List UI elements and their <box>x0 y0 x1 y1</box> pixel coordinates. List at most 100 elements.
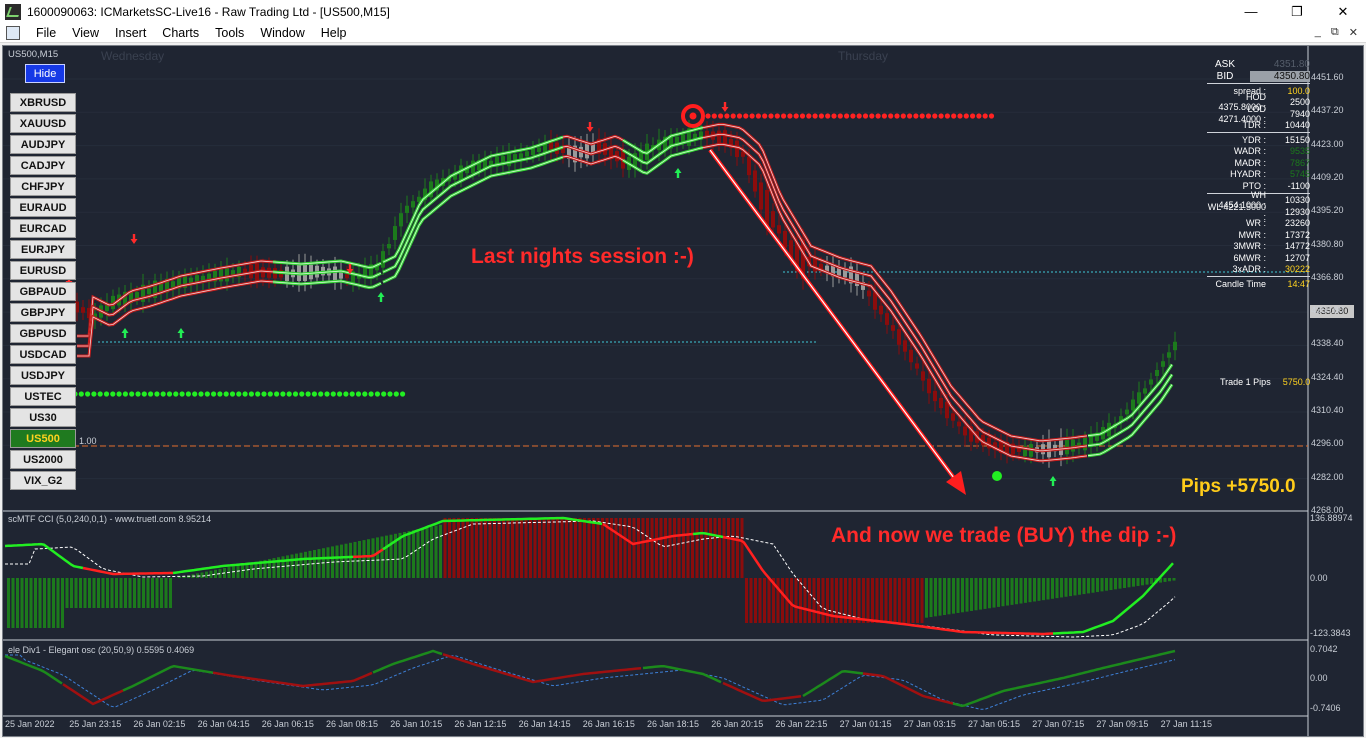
candle <box>963 426 967 436</box>
cci-histogram-bar <box>1109 578 1113 591</box>
cci-histogram-bar <box>493 518 496 578</box>
cci-histogram-bar <box>290 554 294 578</box>
green-level-dot <box>85 391 91 397</box>
buy-arrow-icon <box>377 292 385 302</box>
cci-histogram-bar <box>821 578 825 623</box>
menu-file[interactable]: File <box>28 26 64 40</box>
mdi-restore-button[interactable]: ⧉ <box>1331 26 1339 39</box>
cci-histogram-bar <box>1172 578 1176 581</box>
symbol-button-chfjpy[interactable]: CHFJPY <box>10 177 76 196</box>
symbol-button-vix_g2[interactable]: VIX_G2 <box>10 471 76 490</box>
cci-histogram-bar <box>763 578 766 623</box>
info-row-value: 14:47 <box>1287 278 1310 289</box>
time-axis-label: 25 Jan 2022 <box>5 719 55 729</box>
osc-line-segment <box>442 653 642 684</box>
green-level-dot <box>91 391 97 397</box>
chart-window-icon[interactable] <box>6 25 20 40</box>
symbol-button-xauusd[interactable]: XAUUSD <box>10 114 76 133</box>
cci-histogram-bar <box>808 578 811 623</box>
menu-view[interactable]: View <box>64 26 107 40</box>
symbol-button-gbpaud[interactable]: GBPAUD <box>10 282 76 301</box>
time-axis-label: 27 Jan 11:15 <box>1160 719 1212 729</box>
cci-histogram-bar <box>943 578 946 615</box>
cci-indicator-label: scMTF CCI (5,0,240,0,1) - www.truetl.com… <box>8 514 212 524</box>
cci-histogram-bar <box>155 578 159 608</box>
candle <box>525 151 529 157</box>
pips-total: Pips +5750.0 <box>1181 476 1296 497</box>
cci-histogram-bar <box>407 531 411 578</box>
candle <box>1173 341 1177 351</box>
symbol-button-usdcad[interactable]: USDCAD <box>10 345 76 364</box>
symbol-button-us30[interactable]: US30 <box>10 408 76 427</box>
symbol-button-gbpusd[interactable]: GBPUSD <box>10 324 76 343</box>
info-row-label: PTO : <box>1242 180 1266 191</box>
symbol-button-ustec[interactable]: USTEC <box>10 387 76 406</box>
symbol-button-euraud[interactable]: EURAUD <box>10 198 76 217</box>
cci-histogram-bar <box>1150 578 1153 584</box>
menu-insert[interactable]: Insert <box>107 26 154 40</box>
symbol-button-eurcad[interactable]: EURCAD <box>10 219 76 238</box>
cci-histogram-bar <box>515 518 519 578</box>
chart-window[interactable]: US500,M15 Wednesday Thursday Hide XBRUSD… <box>2 45 1364 737</box>
cci-histogram-bar <box>52 578 55 628</box>
menu-window[interactable]: Window <box>252 26 312 40</box>
red-level-dot <box>799 113 806 119</box>
green-level-dot <box>274 391 280 397</box>
cci-histogram-bar <box>403 532 406 578</box>
cci-histogram-bar <box>614 518 618 578</box>
symbol-button-us2000[interactable]: US2000 <box>10 450 76 469</box>
price-axis-label: 4324.40 <box>1311 371 1344 382</box>
cci-histogram-bar <box>146 578 150 608</box>
cci-histogram-bar <box>650 518 654 578</box>
osc-line-segment <box>4 654 63 685</box>
menu-tools[interactable]: Tools <box>207 26 252 40</box>
time-axis-label: 26 Jan 02:15 <box>133 719 186 729</box>
candle <box>1161 361 1165 367</box>
cci-histogram-bar <box>61 578 64 628</box>
red-level-dot <box>743 113 749 119</box>
maximize-button[interactable]: ❐ <box>1274 0 1320 23</box>
mdi-minimize-button[interactable]: _ <box>1315 26 1321 39</box>
red-level-dot <box>919 113 925 119</box>
cci-histogram-bar <box>205 571 208 578</box>
mdi-close-button[interactable]: ✕ <box>1349 26 1358 39</box>
symbol-button-usdjpy[interactable]: USDJPY <box>10 366 76 385</box>
candle <box>387 244 391 249</box>
red-level-dot <box>976 113 982 119</box>
cci-histogram-bar <box>551 518 555 578</box>
cci-histogram-bar <box>380 536 384 578</box>
green-level-dot <box>148 391 154 397</box>
candle <box>909 349 913 363</box>
symbol-button-us500[interactable]: US500 <box>10 429 76 448</box>
green-level-dot <box>400 391 406 397</box>
info-row-value: 5745 <box>1289 169 1310 180</box>
info-row: WL 4221.5000 :12930 <box>1207 202 1310 222</box>
candle <box>135 292 139 299</box>
price-axis-label: 4282.00 <box>1311 471 1344 482</box>
price-chart-canvas[interactable] <box>3 46 1364 737</box>
green-level-dot <box>368 391 374 397</box>
symbol-button-cadjpy[interactable]: CADJPY <box>10 156 76 175</box>
hide-button[interactable]: Hide <box>25 64 65 83</box>
cci-histogram-bar <box>970 578 973 611</box>
cci-histogram-bar <box>700 518 703 578</box>
candle <box>957 421 961 427</box>
close-button[interactable]: ✕ <box>1320 0 1366 23</box>
symbol-button-xbrusd[interactable]: XBRUSD <box>10 93 76 112</box>
symbol-button-eurusd[interactable]: EURUSD <box>10 261 76 280</box>
candle <box>921 371 925 381</box>
menu-charts[interactable]: Charts <box>154 26 207 40</box>
minimize-button[interactable]: — <box>1228 0 1274 23</box>
menu-help[interactable]: Help <box>313 26 355 40</box>
time-axis-label: 26 Jan 14:15 <box>518 719 571 729</box>
candle <box>693 133 697 139</box>
time-axis-label: 26 Jan 08:15 <box>326 719 379 729</box>
green-level-dot <box>223 391 229 397</box>
price-axis-label: 4350.80 <box>1311 305 1344 316</box>
candle <box>1137 392 1141 404</box>
symbol-button-audjpy[interactable]: AUDJPY <box>10 135 76 154</box>
osc-line-segment <box>122 664 214 692</box>
symbol-button-gbpjpy[interactable]: GBPJPY <box>10 303 76 322</box>
chart-symbol-label: US500,M15 <box>8 49 59 60</box>
symbol-button-eurjpy[interactable]: EURJPY <box>10 240 76 259</box>
